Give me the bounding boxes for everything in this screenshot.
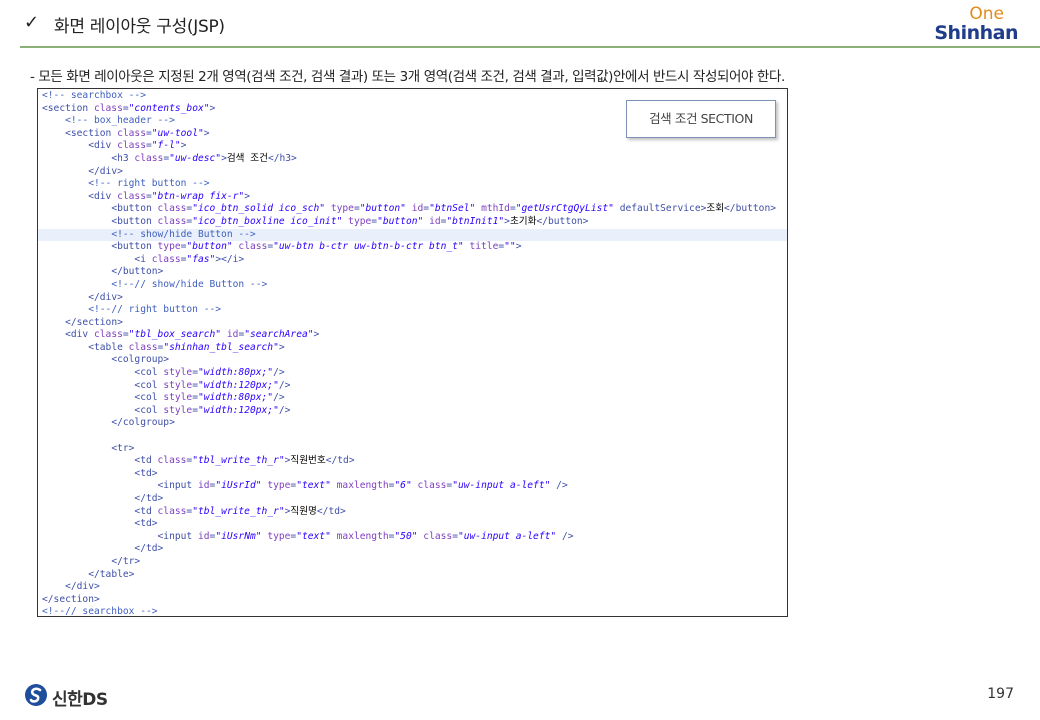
code-line: </div>: [65, 581, 100, 593]
footer-logo-text: 신한DS: [52, 690, 108, 710]
code-line: <td class="tbl_write_th_r">직원명</td>: [134, 505, 346, 517]
code-line: <col style="width:120px;"/>: [134, 404, 291, 416]
slide-header: ✓ 화면 레이아웃 구성(JSP) One Shinhan: [0, 0, 1040, 48]
code-line: <div class="tbl_box_search" id="searchAr…: [65, 329, 320, 341]
header-divider: [20, 46, 1040, 48]
logo-one-text: One: [969, 4, 1004, 24]
code-line: <table class="shinhan_tbl_search">: [88, 341, 285, 353]
slide-title: 화면 레이아웃 구성(JSP): [54, 17, 225, 37]
code-line: <!--// searchbox -->: [42, 606, 158, 617]
code-line: <tr>: [111, 442, 135, 454]
code-line: <h3 class="uw-desc">검색 조건</h3>: [111, 152, 297, 164]
code-line: <!--// right button -->: [88, 304, 222, 316]
code-sample-box: <!-- searchbox --> <section class="conten…: [37, 88, 788, 617]
code-line: </section>: [42, 593, 100, 605]
code-listing: <!-- searchbox --> <section class="conten…: [38, 90, 787, 617]
code-line: <i class="fas"></i>: [134, 253, 245, 265]
code-line: <div class="f-l">: [88, 140, 187, 152]
code-line: <button class="ico_btn_boxline ico_init"…: [111, 215, 589, 227]
code-line: </button>: [111, 266, 164, 278]
code-line: <input id="iUsrId" type="text" maxlength…: [157, 480, 568, 492]
code-line: </td>: [134, 493, 164, 504]
code-line: </div>: [88, 165, 123, 177]
code-line: </tr>: [111, 555, 141, 567]
code-line: <colgroup>: [111, 354, 170, 366]
code-line: <td>: [134, 467, 158, 479]
code-line: <col style="width:80px;"/>: [134, 367, 285, 379]
code-line: <div class="btn-wrap fix-r">: [88, 190, 250, 202]
code-line: </section>: [65, 316, 123, 328]
code-line: <input id="iUsrNm" type="text" maxlength…: [157, 530, 574, 542]
code-line: <!-- right button -->: [88, 178, 210, 190]
code-line: <!--// show/hide Button -->: [111, 278, 268, 290]
code-line: <button type="button" class="uw-btn b-ct…: [111, 241, 522, 253]
shinhan-emblem-icon: [25, 684, 47, 706]
code-line: </table>: [88, 568, 135, 580]
description-text: - 모든 화면 레이아웃은 지정된 2개 영역(검색 조건, 검색 결과) 또는…: [30, 69, 785, 85]
check-icon: ✓: [24, 12, 40, 33]
code-line: <button class="ico_btn_solid ico_sch" ty…: [111, 203, 777, 215]
one-shinhan-logo: One Shinhan: [934, 4, 1018, 44]
page-number: 197: [987, 686, 1014, 702]
code-line: <td class="tbl_write_th_r">직원번호</td>: [134, 455, 355, 467]
code-line: <td>: [134, 518, 158, 530]
code-line: </colgroup>: [111, 417, 175, 429]
search-condition-section-label: 검색 조건 SECTION: [626, 100, 776, 138]
code-line: </td>: [134, 543, 164, 555]
code-line: <col style="width:80px;"/>: [134, 392, 285, 404]
code-line: <col style="width:120px;"/>: [134, 379, 291, 391]
logo-shinhan-text: Shinhan: [934, 22, 1018, 44]
code-line: </div>: [88, 291, 123, 303]
code-line: <!-- show/hide Button -->: [38, 228, 787, 242]
